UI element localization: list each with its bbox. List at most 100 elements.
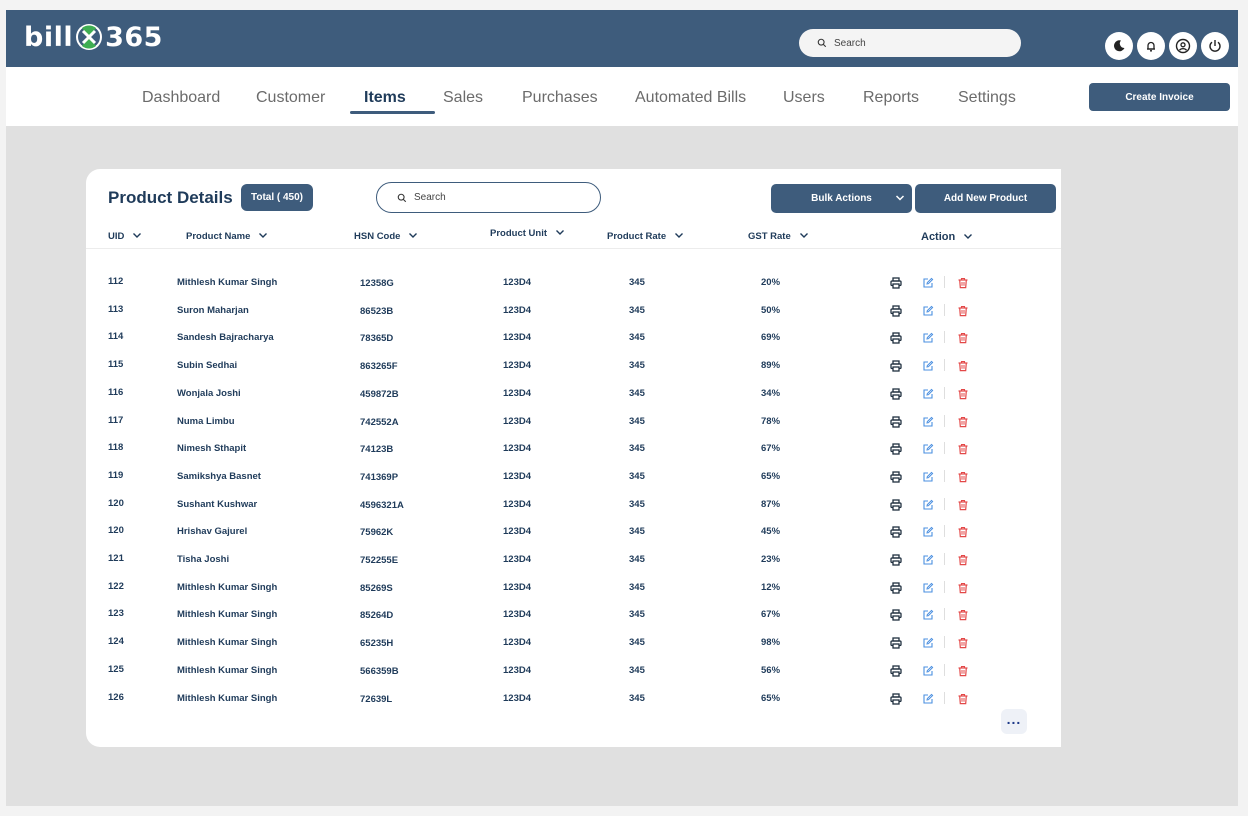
profile-button[interactable] (1169, 32, 1197, 60)
print-icon[interactable] (890, 387, 902, 400)
active-tab-indicator (350, 111, 435, 114)
delete-icon[interactable] (957, 331, 969, 344)
edit-icon[interactable] (922, 387, 934, 399)
cell-product-rate: 345 (629, 499, 645, 510)
column-header-product-name[interactable]: Product Name (186, 231, 268, 242)
cell-product-rate: 345 (629, 609, 645, 620)
nav-dashboard[interactable]: Dashboard (142, 89, 220, 107)
edit-icon[interactable] (922, 692, 934, 704)
print-icon[interactable] (890, 470, 902, 483)
column-header-gst-rate[interactable]: GST Rate (748, 231, 809, 242)
nav-purchases[interactable]: Purchases (522, 89, 598, 107)
nav-automated-bills[interactable]: Automated Bills (635, 89, 746, 107)
print-icon[interactable] (890, 415, 902, 428)
delete-icon[interactable] (957, 442, 969, 455)
dark-mode-button[interactable] (1105, 32, 1133, 60)
print-icon[interactable] (890, 359, 902, 372)
column-header-uid[interactable]: UID (108, 231, 142, 242)
cell-hsn-code: 566359B (360, 666, 399, 677)
nav-settings[interactable]: Settings (958, 89, 1016, 107)
print-icon[interactable] (890, 553, 902, 566)
bell-icon (1147, 41, 1155, 52)
column-header-hsn-code[interactable]: HSN Code (354, 231, 418, 242)
more-options-button[interactable]: ... (1001, 709, 1027, 734)
edit-icon[interactable] (922, 525, 934, 537)
column-header-action[interactable]: Action (921, 231, 973, 243)
cell-product-name: Nimesh Sthapit (177, 443, 247, 454)
delete-icon[interactable] (957, 525, 969, 538)
logo[interactable]: bill 365 (24, 21, 163, 53)
header-search-input[interactable]: Search (799, 29, 1021, 57)
cell-product-rate: 345 (629, 526, 645, 537)
column-header-product-unit[interactable]: Product Unit (490, 228, 565, 239)
print-icon[interactable] (890, 692, 902, 705)
edit-icon[interactable] (922, 415, 934, 427)
bulk-actions-dropdown[interactable]: Bulk Actions (771, 184, 912, 213)
edit-icon[interactable] (922, 553, 934, 565)
chevron-down-icon (674, 231, 684, 242)
edit-icon[interactable] (922, 470, 934, 482)
notifications-button[interactable] (1137, 32, 1165, 60)
nav-items[interactable]: Items (364, 89, 406, 107)
edit-icon[interactable] (922, 331, 934, 343)
print-icon[interactable] (890, 664, 902, 677)
delete-icon[interactable] (957, 304, 969, 317)
edit-icon[interactable] (922, 276, 934, 288)
print-icon[interactable] (890, 636, 902, 649)
edit-icon[interactable] (922, 636, 934, 648)
column-header-label: Product Name (186, 231, 251, 242)
cell-hsn-code: 78365D (360, 333, 394, 344)
column-header-label: UID (108, 231, 125, 242)
product-search-input[interactable]: Search (376, 182, 601, 213)
edit-icon[interactable] (922, 664, 934, 676)
header-icon-group (1105, 32, 1229, 60)
print-icon[interactable] (890, 525, 902, 538)
print-icon[interactable] (890, 608, 902, 621)
total-count-badge: Total ( 450) (241, 184, 313, 211)
delete-icon[interactable] (957, 498, 969, 511)
cell-gst-rate: 98% (761, 637, 781, 648)
print-icon[interactable] (890, 498, 902, 511)
edit-icon[interactable] (922, 359, 934, 371)
edit-icon[interactable] (922, 498, 934, 510)
edit-icon[interactable] (922, 608, 934, 620)
print-icon[interactable] (890, 304, 902, 317)
nav-customer[interactable]: Customer (256, 89, 325, 107)
delete-icon[interactable] (957, 415, 969, 428)
cell-product-name: Mithlesh Kumar Singh (177, 665, 278, 676)
delete-icon[interactable] (957, 359, 969, 372)
delete-icon[interactable] (957, 664, 969, 677)
delete-icon[interactable] (957, 553, 969, 566)
delete-icon[interactable] (957, 608, 969, 621)
nav-sales[interactable]: Sales (443, 89, 483, 107)
column-header-product-rate[interactable]: Product Rate (607, 231, 684, 242)
cell-product-rate: 345 (629, 443, 645, 454)
cell-product-rate: 345 (629, 305, 645, 316)
delete-icon[interactable] (957, 387, 969, 400)
cell-product-name: Hrishav Gajurel (177, 526, 248, 537)
cell-hsn-code: 741369P (360, 472, 399, 483)
edit-icon[interactable] (922, 304, 934, 316)
logout-button[interactable] (1201, 32, 1229, 60)
edit-icon[interactable] (922, 581, 934, 593)
delete-icon[interactable] (957, 581, 969, 594)
delete-icon[interactable] (957, 636, 969, 649)
delete-icon[interactable] (957, 692, 969, 705)
delete-icon[interactable] (957, 470, 969, 483)
create-invoice-button[interactable]: Create Invoice (1089, 83, 1230, 111)
cell-hsn-code: 74123B (360, 444, 394, 455)
nav-reports[interactable]: Reports (863, 89, 919, 107)
add-new-product-button[interactable]: Add New Product (915, 184, 1056, 213)
cell-gst-rate: 67% (761, 443, 781, 454)
print-icon[interactable] (890, 276, 902, 289)
cell-product-name: Sandesh Bajracharya (177, 332, 274, 343)
cell-product-name: Tisha Joshi (177, 554, 230, 565)
cell-uid: 116 (108, 387, 124, 398)
delete-icon[interactable] (957, 276, 969, 289)
nav-users[interactable]: Users (783, 89, 825, 107)
print-icon[interactable] (890, 442, 902, 455)
cell-gst-rate: 45% (761, 526, 781, 537)
edit-icon[interactable] (922, 442, 934, 454)
print-icon[interactable] (890, 581, 902, 594)
print-icon[interactable] (890, 331, 902, 344)
